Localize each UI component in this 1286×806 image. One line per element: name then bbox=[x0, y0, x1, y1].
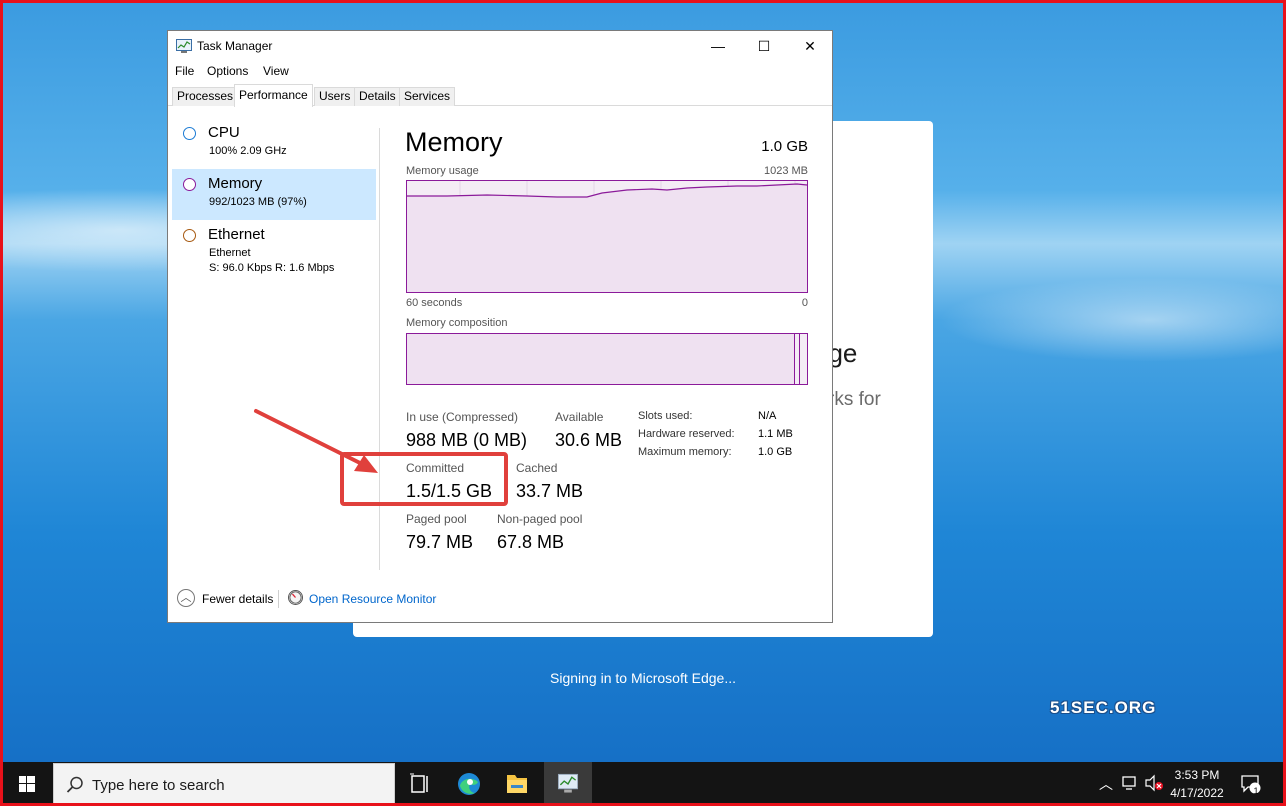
memory-usage-chart bbox=[407, 181, 807, 292]
nonpaged-pool-value: 67.8 MB bbox=[497, 532, 565, 552]
menu-bar: File Options View bbox=[168, 62, 832, 82]
sidebar-item-title: Memory bbox=[208, 175, 263, 192]
in-use-segment bbox=[407, 334, 795, 384]
resource-monitor-icon bbox=[288, 590, 303, 605]
edge-browser-icon[interactable] bbox=[445, 762, 493, 806]
task-view-icon[interactable] bbox=[397, 762, 445, 806]
windows-start-icon[interactable] bbox=[3, 762, 51, 806]
ethernet-indicator-icon bbox=[183, 229, 196, 242]
taskbar-search-box[interactable]: Type here to search bbox=[53, 763, 395, 805]
clock-date: 4/17/2022 bbox=[1170, 786, 1224, 800]
edge-subtitle-fragment: rks for bbox=[828, 389, 881, 410]
maximum-memory-value: 1.0 GB bbox=[758, 446, 793, 458]
sidebar-item-ethernet[interactable]: Ethernet Ethernet S: 96.0 Kbps R: 1.6 Mb… bbox=[172, 220, 376, 282]
desktop-background: dge rks for Signing in to Microsoft Edge… bbox=[0, 0, 1286, 762]
menu-file[interactable]: File bbox=[175, 64, 194, 78]
tab-processes[interactable]: Processes bbox=[172, 87, 239, 106]
slots-used-value: N/A bbox=[758, 410, 777, 422]
available-label: Available bbox=[555, 410, 604, 424]
memory-composition-bar bbox=[406, 333, 808, 385]
cached-value: 33.7 MB bbox=[516, 481, 584, 501]
network-icon[interactable] bbox=[1121, 774, 1139, 792]
sidebar-item-memory[interactable]: Memory 992/1023 MB (97%) bbox=[172, 169, 376, 220]
cpu-indicator-icon bbox=[183, 127, 196, 140]
menu-view[interactable]: View bbox=[263, 64, 289, 78]
tab-details[interactable]: Details bbox=[354, 87, 401, 106]
sidebar-item-detail: 992/1023 MB (97%) bbox=[209, 196, 307, 208]
clock-time: 3:53 PM bbox=[1174, 768, 1220, 782]
in-use-label: In use (Compressed) bbox=[406, 410, 519, 424]
sidebar-item-detail: 100% 2.09 GHz bbox=[209, 145, 287, 157]
page-title: Memory bbox=[405, 127, 503, 157]
in-use-value: 988 MB (0 MB) bbox=[406, 430, 528, 450]
hardware-reserved-label: Hardware reserved: bbox=[638, 428, 735, 440]
annotation-highlight-box bbox=[340, 452, 508, 506]
memory-usage-graph bbox=[406, 180, 808, 293]
memory-usage-label: Memory usage bbox=[406, 165, 479, 177]
tab-performance[interactable]: Performance bbox=[234, 84, 313, 107]
tab-services[interactable]: Services bbox=[399, 87, 456, 106]
footer-divider bbox=[278, 590, 279, 608]
modified-segment bbox=[798, 334, 800, 384]
memory-usage-max: 1023 MB bbox=[763, 165, 808, 177]
sidebar-item-cpu[interactable]: CPU 100% 2.09 GHz bbox=[172, 118, 376, 169]
maximize-button[interactable]: ☐ bbox=[741, 31, 787, 61]
taskbar: Type here to search ︿ 3:53 PM 4/17/2022 bbox=[0, 762, 1286, 806]
cached-label: Cached bbox=[516, 461, 558, 475]
edge-signing-status: Signing in to Microsoft Edge... bbox=[550, 670, 736, 686]
task-manager-window: Task Manager — ☐ ✕ File Options View Pro… bbox=[167, 30, 833, 623]
memory-total: 1.0 GB bbox=[761, 138, 808, 155]
file-explorer-icon[interactable] bbox=[493, 762, 541, 806]
task-manager-taskbar-icon[interactable] bbox=[544, 762, 592, 806]
window-footer: ︿ Fewer details Open Resource Monitor bbox=[168, 586, 832, 614]
tab-users[interactable]: Users bbox=[314, 87, 356, 106]
menu-options[interactable]: Options bbox=[207, 64, 248, 78]
tab-strip: Processes Performance Users Details Serv… bbox=[168, 84, 832, 107]
memory-indicator-icon bbox=[183, 178, 196, 191]
taskbar-clock[interactable]: 3:53 PM 4/17/2022 bbox=[1160, 766, 1234, 802]
open-resource-monitor-link[interactable]: Open Resource Monitor bbox=[309, 592, 436, 606]
hardware-reserved-value: 1.1 MB bbox=[758, 428, 793, 440]
maximum-memory-label: Maximum memory: bbox=[638, 446, 732, 458]
sidebar-item-title: Ethernet bbox=[208, 226, 265, 243]
search-placeholder: Type here to search bbox=[92, 777, 225, 794]
graph-time-right: 0 bbox=[801, 297, 808, 309]
title-bar[interactable]: Task Manager — ☐ ✕ bbox=[168, 31, 832, 61]
memory-composition-label: Memory composition bbox=[406, 317, 508, 329]
sidebar-item-detail: Ethernet bbox=[209, 247, 251, 259]
fewer-details-button[interactable]: Fewer details bbox=[202, 592, 273, 606]
sidebar-item-title: CPU bbox=[208, 124, 240, 141]
slots-used-label: Slots used: bbox=[638, 410, 693, 422]
search-icon bbox=[66, 776, 83, 793]
paged-pool-label: Paged pool bbox=[406, 512, 467, 526]
nonpaged-pool-label: Non-paged pool bbox=[497, 512, 583, 526]
window-title: Task Manager bbox=[197, 39, 273, 53]
task-manager-icon bbox=[176, 39, 192, 53]
graph-time-left: 60 seconds bbox=[406, 297, 463, 309]
close-button[interactable]: ✕ bbox=[787, 31, 833, 61]
available-value: 30.6 MB bbox=[555, 430, 623, 450]
paged-pool-value: 79.7 MB bbox=[406, 532, 474, 552]
chevron-up-icon[interactable]: ︿ bbox=[177, 589, 195, 607]
notification-count-badge: 1 bbox=[1253, 786, 1259, 796]
minimize-button[interactable]: — bbox=[695, 31, 741, 61]
chevron-up-tray-icon[interactable]: ︿ bbox=[1099, 774, 1113, 792]
watermark: 51SEC.ORG bbox=[1050, 698, 1157, 717]
sidebar-item-throughput: S: 96.0 Kbps R: 1.6 Mbps bbox=[209, 262, 335, 274]
